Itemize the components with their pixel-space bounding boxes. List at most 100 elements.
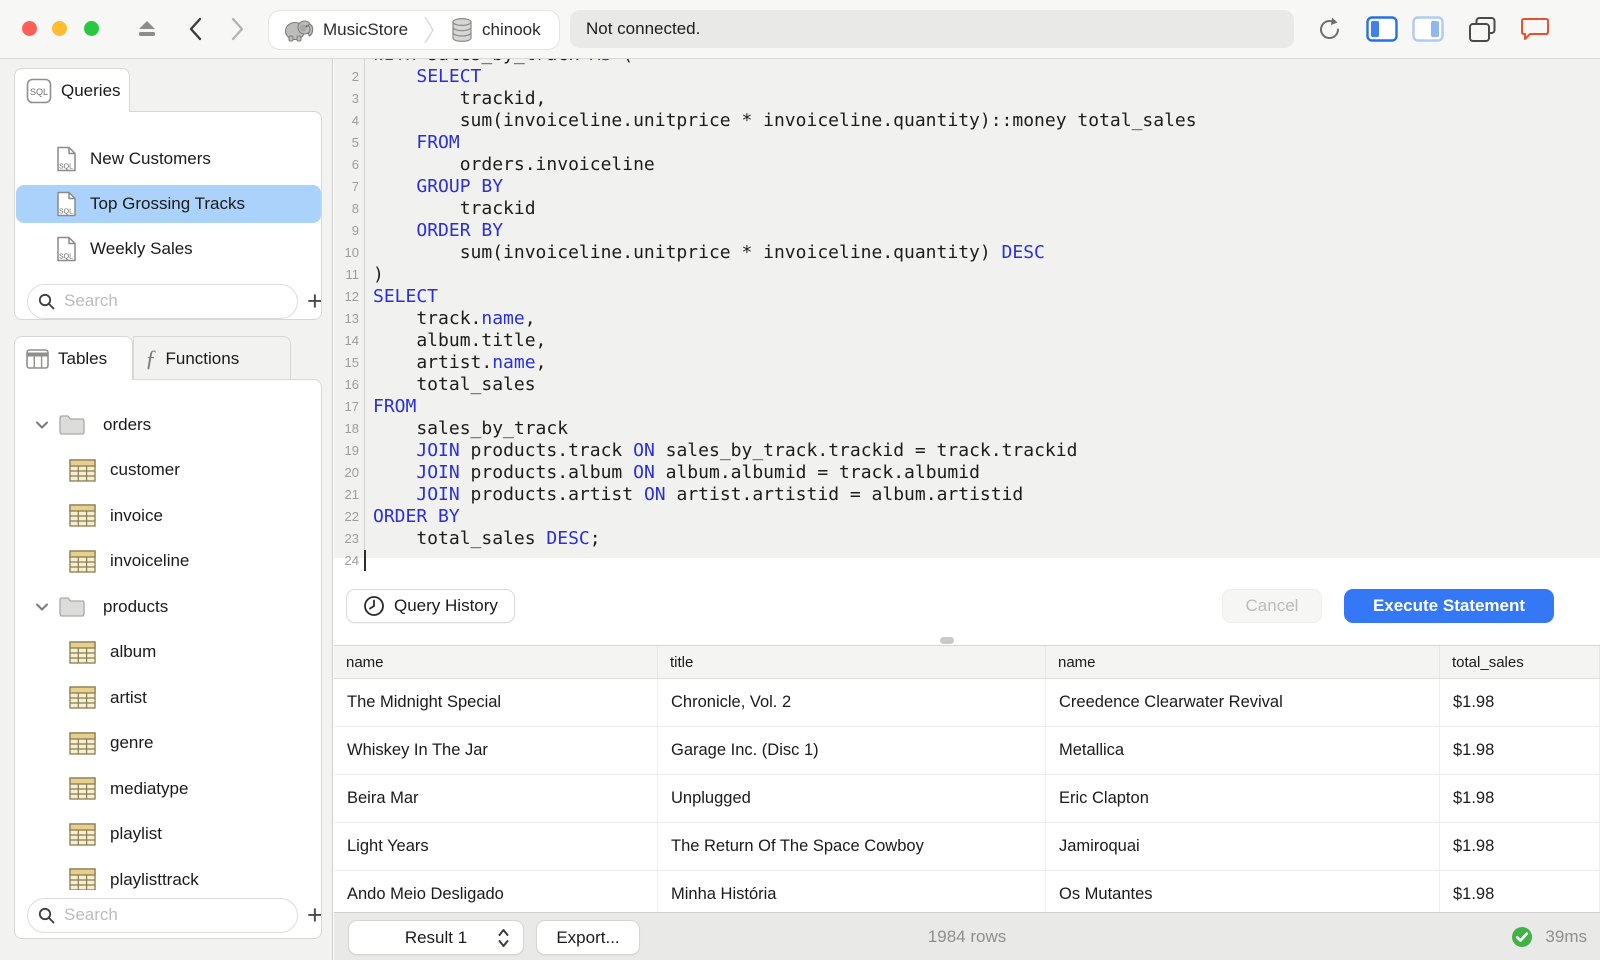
breadcrumb-server[interactable]: MusicStore (269, 17, 422, 43)
query-item[interactable]: SQL Top Grossing Tracks (16, 185, 321, 223)
code-line[interactable]: 9 ORDER BY (334, 220, 1600, 242)
tree-schema-row[interactable]: orders (15, 402, 321, 447)
line-number: 6 (351, 157, 359, 172)
forward-button[interactable] (228, 15, 246, 43)
code-line[interactable]: 16 total_sales (334, 374, 1600, 396)
tree-label: mediatype (110, 778, 189, 798)
code-line[interactable]: 10 sum(invoiceline.unitprice * invoiceli… (334, 242, 1600, 264)
table-row[interactable]: Beira Mar Unplugged Eric Clapton $1.98 (334, 775, 1600, 823)
tab-tables-label: Tables (58, 348, 108, 368)
sidebar-left-icon[interactable] (1366, 16, 1398, 42)
tree-label: customer (110, 460, 180, 479)
result-selector[interactable]: Result 1 (348, 920, 524, 955)
tables-search-input[interactable] (62, 904, 287, 926)
tree-table-row[interactable]: album (15, 630, 321, 675)
tab-tables[interactable]: Tables (14, 336, 133, 380)
queries-search-field[interactable] (27, 283, 298, 319)
connection-status: Not connected. (570, 10, 1294, 48)
cancel-button[interactable]: Cancel (1222, 589, 1322, 623)
refresh-icon[interactable] (1316, 16, 1343, 43)
code-line[interactable]: 11 ) (334, 264, 1600, 286)
code-line[interactable]: 19 JOIN products.track ON sales_by_track… (334, 440, 1600, 462)
results-column-header[interactable]: title (658, 646, 1046, 678)
minimize-window-button[interactable] (52, 21, 67, 36)
zoom-window-button[interactable] (84, 21, 99, 36)
export-button[interactable]: Export... (536, 920, 640, 955)
chat-bubble-icon[interactable] (1520, 16, 1550, 44)
tables-search-field[interactable] (27, 897, 298, 933)
tree-label: artist (110, 687, 147, 707)
results-column-header[interactable]: name (334, 646, 658, 678)
table-cell: Light Years (334, 823, 658, 870)
code-line[interactable]: 4 sum(invoiceline.unitprice * invoicelin… (334, 110, 1600, 132)
tab-queries[interactable]: SQL Queries (14, 68, 130, 112)
code-line[interactable]: 21 JOIN products.artist ON artist.artist… (334, 484, 1600, 506)
query-history-button[interactable]: Query History (346, 589, 515, 623)
queries-panel: SQL New Customers SQL Top Grossing Tracks … (14, 111, 322, 320)
code-line[interactable]: 14 album.title, (334, 330, 1600, 352)
tree-label: genre (110, 733, 154, 752)
table-cell: $1.98 (1440, 679, 1600, 726)
code-line[interactable]: 12 SELECT (334, 286, 1600, 308)
breadcrumb-database[interactable]: chinook (436, 17, 555, 43)
tree-table-row[interactable]: mediatype (15, 766, 321, 811)
table-row[interactable]: Light Years The Return Of The Space Cowbo… (334, 823, 1600, 871)
tree-schema-row[interactable]: products (15, 584, 321, 629)
updown-chevrons-icon (498, 928, 509, 947)
code-line[interactable]: 7 GROUP BY (334, 176, 1600, 198)
code-line[interactable]: 15 artist.name, (334, 352, 1600, 374)
table-cell: Eric Clapton (1046, 775, 1440, 822)
close-window-button[interactable] (22, 21, 37, 36)
tree-table-row[interactable]: genre (15, 721, 321, 766)
result-selector-label: Result 1 (404, 927, 468, 947)
code-line[interactable]: 8 trackid (334, 198, 1600, 220)
line-number: 13 (344, 311, 359, 326)
code-line[interactable]: 3 trackid, (334, 88, 1600, 110)
code-line[interactable]: 18 sales_by_track (334, 418, 1600, 440)
check-circle-icon (1512, 926, 1533, 947)
search-icon (38, 907, 55, 923)
query-item[interactable]: SQL New Customers (16, 140, 321, 178)
splitter-handle[interactable] (940, 637, 954, 644)
code-line[interactable]: 2 SELECT (334, 66, 1600, 88)
tree-table-row[interactable]: artist (15, 675, 321, 720)
line-number: 23 (344, 531, 359, 546)
line-number: 18 (344, 421, 359, 436)
results-column-header[interactable]: name (1046, 646, 1440, 678)
add-query-button[interactable]: + (307, 287, 321, 315)
queries-search-input[interactable] (62, 290, 287, 312)
tree-table-row[interactable]: invoice (15, 493, 321, 538)
tree-table-row[interactable]: invoiceline (15, 539, 321, 584)
table-row[interactable]: Whiskey In The Jar Garage Inc. (Disc 1) Me… (334, 727, 1600, 775)
table-cell: Garage Inc. (Disc 1) (658, 727, 1046, 774)
code-line[interactable]: 20 JOIN products.album ON album.albumid … (334, 462, 1600, 484)
add-table-button[interactable]: + (307, 901, 321, 929)
tab-functions-label: Functions (165, 348, 240, 368)
sidebar-right-icon[interactable] (1412, 16, 1444, 42)
chevron-down-icon[interactable] (35, 602, 49, 612)
results-column-header[interactable]: total_sales (1440, 646, 1600, 678)
chevron-down-icon[interactable] (35, 420, 49, 430)
code-line[interactable]: 22 ORDER BY (334, 506, 1600, 528)
tab-functions[interactable]: ƒ Functions (133, 336, 291, 380)
elephant-icon (284, 20, 314, 42)
query-item[interactable]: SQL Weekly Sales (16, 230, 321, 268)
eject-icon[interactable] (134, 17, 160, 41)
code-line[interactable]: 5 FROM (334, 132, 1600, 154)
code-line[interactable]: 13 track.name, (334, 308, 1600, 330)
windows-icon[interactable] (1468, 16, 1498, 43)
query-item-label: Top Grossing Tracks (90, 194, 245, 213)
line-number: 11 (345, 267, 360, 282)
code-line[interactable]: 6 orders.invoiceline (334, 154, 1600, 176)
tree-table-row[interactable]: customer (15, 448, 321, 493)
code-line[interactable]: 17 FROM (334, 396, 1600, 418)
table-row[interactable]: The Midnight Special Chronicle, Vol. 2 Cre… (334, 679, 1600, 727)
code-line[interactable]: 24 (334, 550, 1600, 572)
sidebar: SQL Queries SQL New Customers SQL Top Gros… (0, 58, 333, 960)
app-window: MusicStore chinook Not connected. SQL Qu… (0, 0, 1600, 960)
tree-table-row[interactable]: playlist (15, 812, 321, 857)
table-icon (69, 549, 96, 573)
execute-statement-button[interactable]: Execute Statement (1344, 589, 1554, 623)
code-line[interactable]: 23 total_sales DESC; (334, 528, 1600, 550)
back-button[interactable] (187, 15, 205, 43)
